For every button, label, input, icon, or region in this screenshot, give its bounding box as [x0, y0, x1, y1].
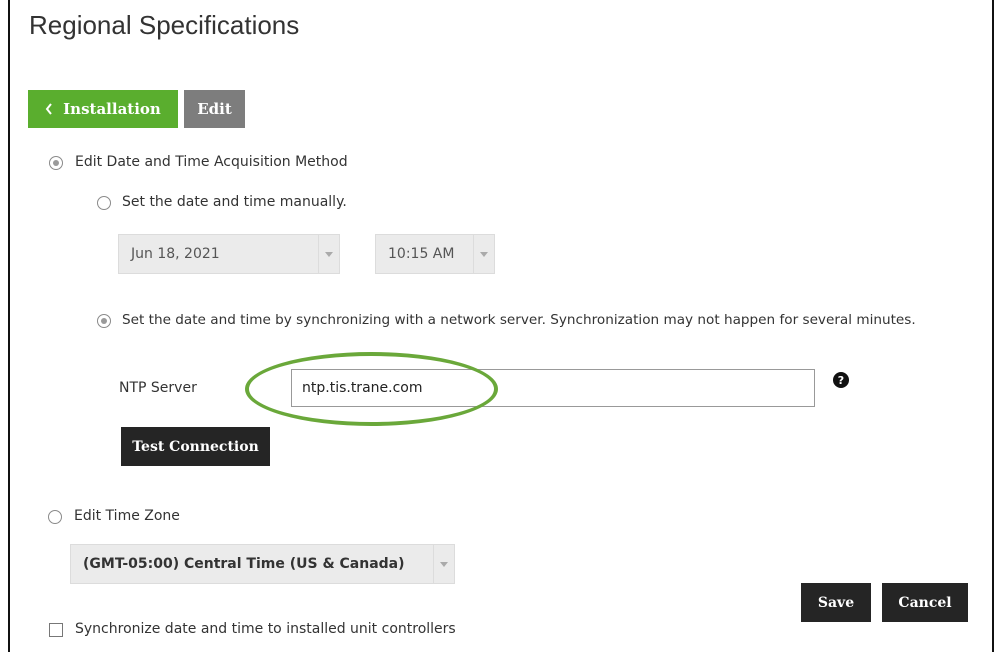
- time-zone-label: Edit Time Zone: [74, 508, 180, 524]
- radio-network-sync[interactable]: [97, 314, 111, 328]
- cancel-button[interactable]: Cancel: [882, 583, 968, 622]
- date-value: Jun 18, 2021: [131, 246, 220, 262]
- sync-controllers-checkbox[interactable]: [49, 623, 63, 637]
- radio-manual[interactable]: [97, 196, 111, 210]
- time-zone-value: (GMT-05:00) Central Time (US & Canada): [83, 556, 405, 572]
- date-select[interactable]: Jun 18, 2021: [118, 234, 340, 274]
- radio-time-zone[interactable]: [48, 510, 62, 524]
- sync-controllers-label: Synchronize date and time to installed u…: [75, 621, 456, 637]
- chevron-down-icon: [318, 235, 339, 273]
- help-icon[interactable]: ?: [833, 372, 849, 388]
- cancel-label: Cancel: [898, 594, 952, 611]
- save-label: Save: [817, 594, 855, 611]
- save-button[interactable]: Save: [801, 583, 871, 622]
- time-zone-select[interactable]: (GMT-05:00) Central Time (US & Canada): [70, 544, 455, 584]
- edit-button-label: Edit: [197, 100, 232, 118]
- test-connection-label: Test Connection: [132, 438, 259, 455]
- time-value: 10:15 AM: [388, 246, 455, 262]
- manual-label: Set the date and time manually.: [122, 194, 347, 210]
- test-connection-button[interactable]: Test Connection: [121, 427, 270, 466]
- page-title: Regional Specifications: [29, 10, 300, 40]
- installation-back-button[interactable]: Installation: [28, 90, 178, 128]
- frame-border-right: [992, 0, 994, 652]
- highlight-ellipse: [245, 352, 498, 426]
- edit-button[interactable]: Edit: [184, 90, 245, 128]
- page: Regional Specifications Installation Edi…: [0, 0, 998, 652]
- radio-acquisition-method[interactable]: [49, 156, 63, 170]
- chevron-left-icon: [45, 103, 52, 115]
- network-sync-label: Set the date and time by synchronizing w…: [122, 312, 916, 328]
- installation-back-label: Installation: [63, 100, 161, 118]
- frame-border-left: [8, 0, 10, 652]
- chevron-down-icon: [473, 235, 494, 273]
- time-select[interactable]: 10:15 AM: [375, 234, 495, 274]
- acquisition-method-label: Edit Date and Time Acquisition Method: [75, 154, 348, 170]
- ntp-server-label: NTP Server: [119, 380, 197, 396]
- chevron-down-icon: [433, 545, 454, 583]
